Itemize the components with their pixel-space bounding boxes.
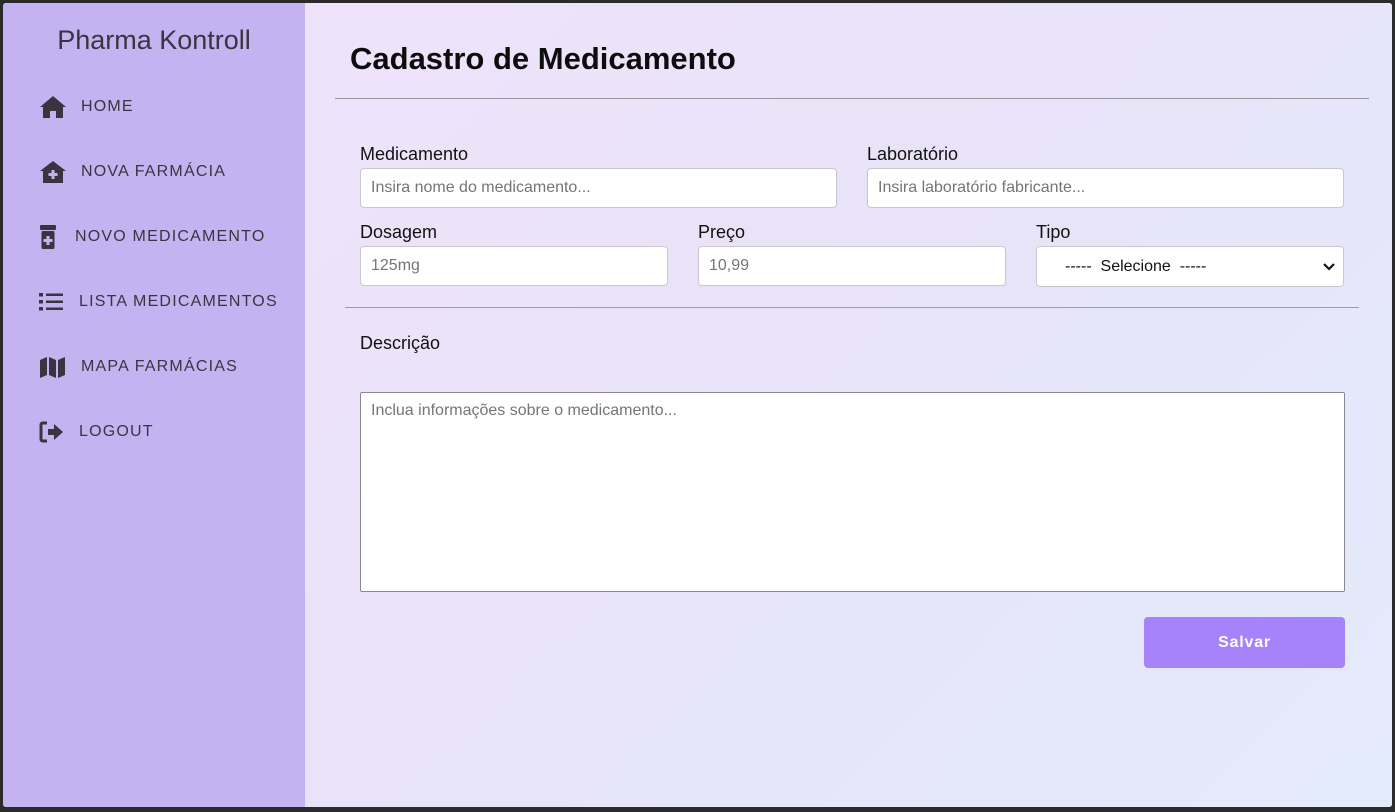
dosagem-label: Dosagem — [360, 222, 438, 242]
medicamento-label: Medicamento — [360, 144, 469, 164]
preco-input[interactable] — [698, 246, 1006, 286]
tipo-label: Tipo — [1036, 222, 1071, 242]
section-divider — [345, 307, 1359, 308]
prescription-bottle-icon — [39, 224, 61, 250]
sidebar: Pharma Kontroll HOME NOVA FARMÁCIA NOVO … — [3, 3, 305, 807]
house-medical-icon — [39, 159, 67, 185]
sidebar-item-label: NOVO MEDICAMENTO — [75, 228, 266, 245]
title-divider — [335, 98, 1369, 99]
chevron-down-icon — [1323, 258, 1335, 276]
sidebar-item-logout[interactable]: LOGOUT — [39, 417, 154, 447]
descricao-textarea[interactable] — [360, 392, 1345, 592]
list-icon — [39, 289, 65, 315]
sidebar-item-label: HOME — [81, 98, 134, 115]
sidebar-item-novo-medicamento[interactable]: NOVO MEDICAMENTO — [39, 222, 265, 252]
medicamento-input[interactable] — [360, 168, 837, 208]
map-icon — [39, 354, 67, 380]
app-window: Pharma Kontroll HOME NOVA FARMÁCIA NOVO … — [3, 3, 1392, 807]
sidebar-item-mapa-farmacias[interactable]: MAPA FARMÁCIAS — [39, 352, 238, 382]
sidebar-item-label: LISTA MEDICAMENTOS — [79, 293, 278, 310]
preco-label: Preço — [698, 222, 746, 242]
sidebar-item-label: LOGOUT — [79, 423, 154, 440]
sidebar-item-nova-farmacia[interactable]: NOVA FARMÁCIA — [39, 157, 226, 187]
sidebar-item-home[interactable]: HOME — [39, 92, 134, 122]
sidebar-item-label: MAPA FARMÁCIAS — [81, 358, 238, 375]
home-icon — [39, 94, 67, 120]
dosagem-input[interactable] — [360, 246, 668, 286]
sidebar-item-lista-medicamentos[interactable]: LISTA MEDICAMENTOS — [39, 287, 278, 317]
laboratorio-input[interactable] — [867, 168, 1344, 208]
descricao-label: Descrição — [360, 333, 441, 353]
main-content: Cadastro de Medicamento Medicamento Labo… — [305, 3, 1392, 807]
brand-title: Pharma Kontroll — [57, 25, 251, 55]
laboratorio-label: Laboratório — [867, 144, 959, 164]
tipo-select[interactable]: ----- Selecione ----- — [1036, 246, 1344, 287]
tipo-selected-value: ----- Selecione ----- — [1065, 257, 1207, 275]
page-title: Cadastro de Medicamento — [350, 41, 736, 76]
save-button[interactable]: Salvar — [1144, 617, 1345, 668]
logout-icon — [39, 419, 65, 445]
sidebar-item-label: NOVA FARMÁCIA — [81, 163, 227, 180]
